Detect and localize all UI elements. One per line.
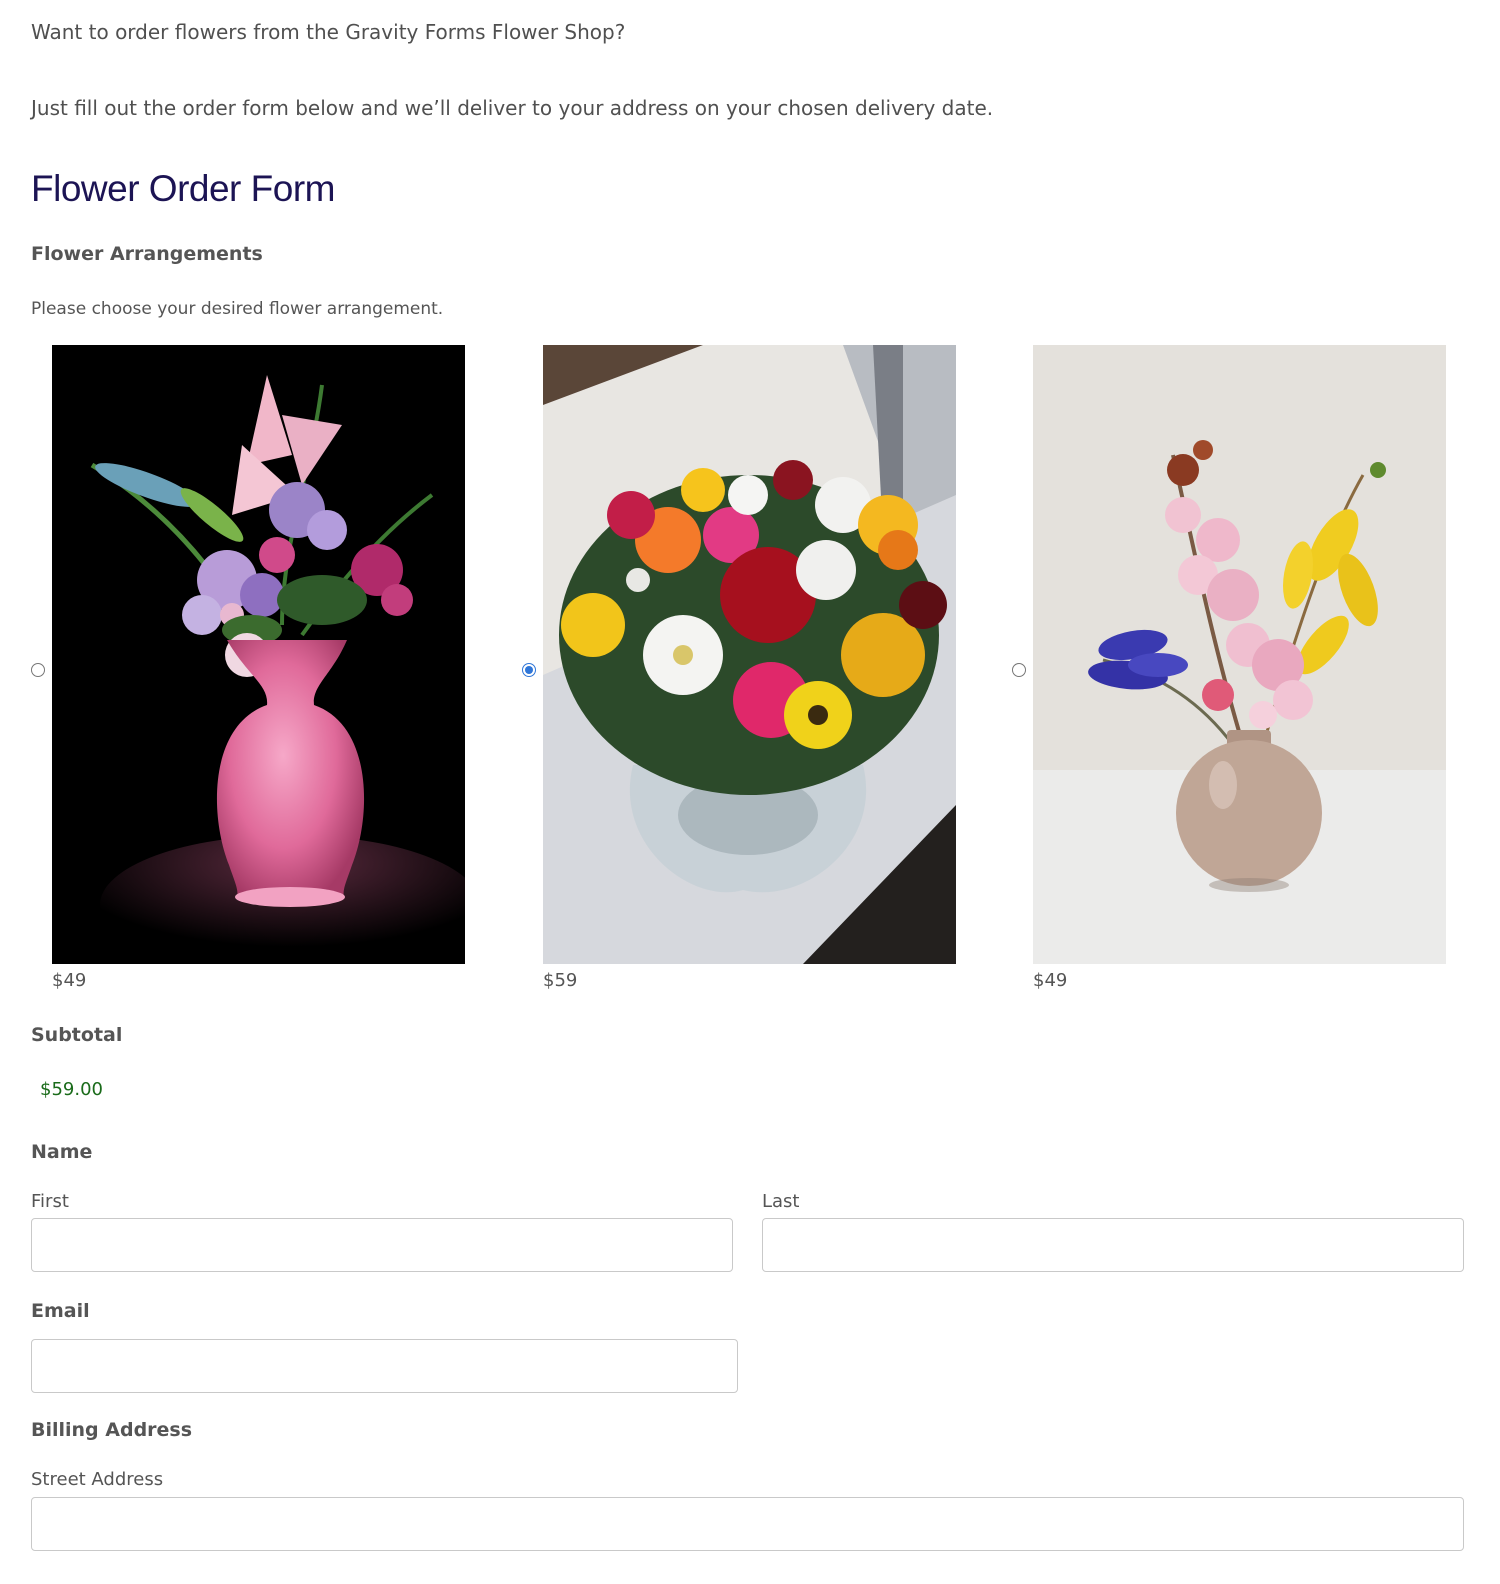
- email-input[interactable]: [31, 1339, 738, 1393]
- name-label: Name: [31, 1141, 93, 1163]
- arrangement-radio-3[interactable]: [1012, 663, 1026, 677]
- first-name-label: First: [31, 1191, 69, 1212]
- arrangement-price-3: $49: [1033, 970, 1068, 991]
- subtotal-value: $59.00: [40, 1079, 103, 1100]
- arrangement-choice-1[interactable]: $49: [31, 345, 481, 1005]
- first-name-input[interactable]: [31, 1218, 733, 1272]
- email-label: Email: [31, 1300, 90, 1322]
- arrangement-price-2: $59: [543, 970, 578, 991]
- arrangement-price-1: $49: [52, 970, 87, 991]
- mixed-roses-bouquet-image[interactable]: [543, 345, 956, 964]
- arrangement-choice-2[interactable]: $59: [522, 345, 972, 1005]
- last-name-input[interactable]: [762, 1218, 1464, 1272]
- arrangements-description: Please choose your desired flower arrang…: [31, 299, 444, 319]
- intro-text-2: Just fill out the order form below and w…: [31, 96, 994, 120]
- arrangement-radio-1[interactable]: [31, 663, 45, 677]
- billing-address-label: Billing Address: [31, 1419, 193, 1441]
- pink-vase-bouquet-image[interactable]: [52, 345, 465, 964]
- arrangement-choice-3[interactable]: $49: [1012, 345, 1462, 1005]
- intro-text-1: Want to order flowers from the Gravity F…: [31, 20, 626, 44]
- last-name-label: Last: [762, 1191, 800, 1212]
- street-address-input[interactable]: [31, 1497, 1464, 1551]
- cherry-blossom-vase-image[interactable]: [1033, 345, 1446, 964]
- arrangement-radio-2[interactable]: [522, 663, 536, 677]
- street-address-label: Street Address: [31, 1469, 164, 1490]
- subtotal-label: Subtotal: [31, 1024, 123, 1046]
- arrangements-label: Flower Arrangements: [31, 243, 263, 265]
- form-title: Flower Order Form: [31, 168, 335, 209]
